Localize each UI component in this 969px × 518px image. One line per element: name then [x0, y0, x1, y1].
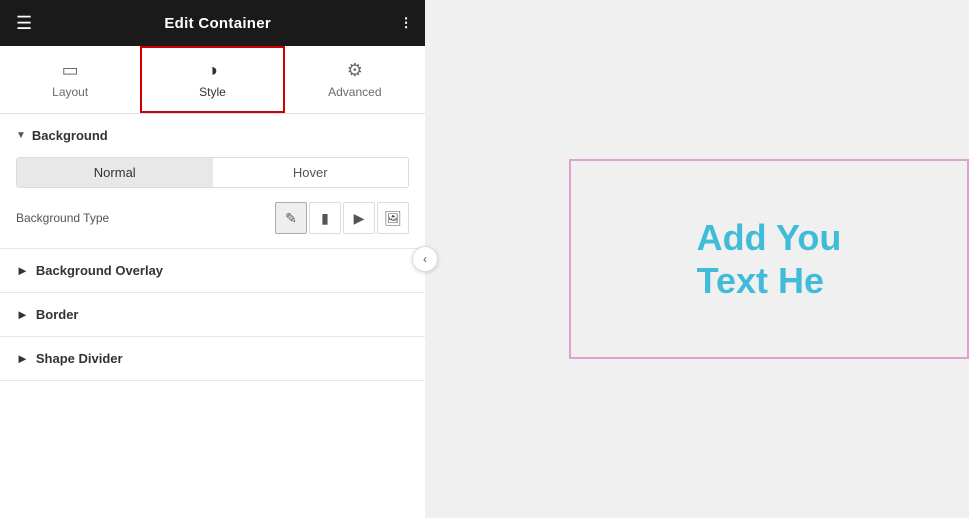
normal-tab[interactable]: Normal: [17, 158, 213, 187]
background-section-title[interactable]: ▼ Background: [16, 128, 409, 143]
background-section: ▼ Background Normal Hover Background Typ…: [0, 114, 425, 249]
background-arrow-icon: ▼: [16, 130, 26, 141]
overlay-label: Background Overlay: [36, 263, 163, 278]
hover-tab[interactable]: Hover: [213, 158, 409, 187]
tab-style-label: Style: [199, 85, 226, 99]
bg-type-none-btn[interactable]: ✎: [275, 202, 307, 234]
video-icon: ▶: [354, 210, 365, 227]
collapse-handle[interactable]: ‹: [412, 246, 438, 272]
canvas-text-line2: Text He: [697, 259, 842, 302]
canvas-area: Add You Text He: [425, 0, 969, 518]
advanced-icon: ⚙: [347, 60, 363, 81]
bg-type-classic-btn[interactable]: ▮: [309, 202, 341, 234]
shape-divider-arrow-icon: ►: [16, 351, 29, 366]
canvas-placeholder-text: Add You Text He: [697, 216, 842, 302]
border-label: Border: [36, 307, 79, 322]
tab-style[interactable]: ◑ Style: [140, 46, 284, 113]
tabs-bar: ▭ Layout ◑ Style ⚙ Advanced: [0, 46, 425, 114]
pencil-icon: ✎: [285, 210, 297, 227]
grid-icon[interactable]: ⁝: [403, 13, 409, 34]
panel-title: Edit Container: [164, 15, 271, 32]
bg-type-slideshow-btn[interactable]: 🖼: [377, 202, 409, 234]
normal-hover-toggle: Normal Hover: [16, 157, 409, 188]
classic-icon: ▮: [321, 210, 329, 227]
border-arrow-icon: ►: [16, 307, 29, 322]
shape-divider-section[interactable]: ► Shape Divider: [0, 337, 425, 381]
background-type-icons: ✎ ▮ ▶ 🖼: [275, 202, 409, 234]
tab-layout[interactable]: ▭ Layout: [0, 46, 140, 113]
slideshow-icon: 🖼: [384, 210, 402, 227]
edit-panel: ☰ Edit Container ⁝ ▭ Layout ◑ Style ⚙ Ad…: [0, 0, 425, 518]
overlay-arrow-icon: ►: [16, 263, 29, 278]
background-type-label: Background Type: [16, 211, 109, 225]
tab-advanced[interactable]: ⚙ Advanced: [285, 46, 425, 113]
border-section[interactable]: ► Border: [0, 293, 425, 337]
tab-advanced-label: Advanced: [328, 85, 381, 99]
canvas-container-box: Add You Text He: [569, 159, 969, 359]
hamburger-icon[interactable]: ☰: [16, 13, 32, 34]
shape-divider-label: Shape Divider: [36, 351, 123, 366]
panel-header: ☰ Edit Container ⁝: [0, 0, 425, 46]
style-icon: ◑: [207, 60, 218, 81]
tab-layout-label: Layout: [52, 85, 88, 99]
bg-type-video-btn[interactable]: ▶: [343, 202, 375, 234]
background-overlay-section[interactable]: ► Background Overlay: [0, 249, 425, 293]
background-label: Background: [32, 128, 108, 143]
panel-content: ▼ Background Normal Hover Background Typ…: [0, 114, 425, 518]
canvas-text-line1: Add You: [697, 216, 842, 259]
layout-icon: ▭: [62, 60, 79, 81]
background-type-row: Background Type ✎ ▮ ▶ 🖼: [16, 202, 409, 234]
